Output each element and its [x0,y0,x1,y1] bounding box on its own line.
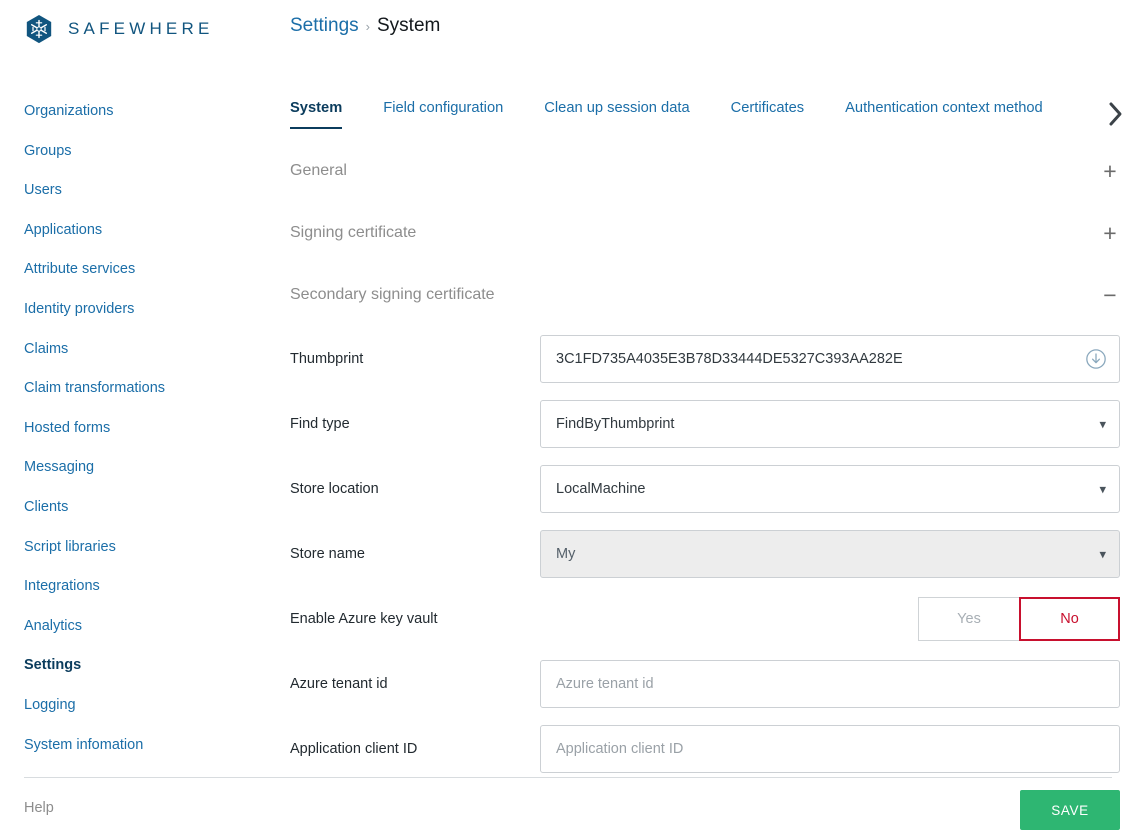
find-type-label: Find type [290,415,350,432]
store-name-label: Store name [290,545,365,562]
store-name-control: My ▾ [540,529,1120,578]
accordion-signing-certificate-title: Signing certificate [290,224,417,241]
brand-logo[interactable]: SAFEWHERE [24,14,213,44]
sidebar-item-users[interactable]: Users [0,171,266,211]
field-row-thumbprint: Thumbprint [290,326,1120,391]
store-location-label: Store location [290,480,379,497]
application-client-id-label: Application client ID [290,740,418,757]
accordion-general-title: General [290,162,347,179]
tab-clean-up-session-data[interactable]: Clean up session data [544,92,689,128]
field-row-store-location: Store location LocalMachine ▾ [290,456,1120,521]
sidebar-item-hosted-forms[interactable]: Hosted forms [0,409,266,449]
sidebar-item-analytics[interactable]: Analytics [0,607,266,647]
breadcrumb-parent-link[interactable]: Settings [290,15,359,37]
sidebar-item-groups[interactable]: Groups [0,132,266,172]
settings-content: General + Signing certificate + Secondar… [290,140,1120,781]
sidebar-item-settings[interactable]: Settings [0,646,266,686]
tab-bar: System Field configuration Clean up sessio… [290,92,1136,136]
enable-azure-key-vault-toggle: Yes No [540,596,1120,641]
tab-field-configuration[interactable]: Field configuration [383,92,503,128]
help-link[interactable]: Help [24,800,54,816]
sidebar-item-claim-transformations[interactable]: Claim transformations [0,369,266,409]
sidebar-item-attribute-services[interactable]: Attribute services [0,250,266,290]
store-location-select[interactable]: LocalMachine [540,464,1120,513]
accordion-secondary-signing-certificate-title: Secondary signing certificate [290,286,495,303]
field-row-azure-tenant-id: Azure tenant id [290,651,1120,716]
sidebar-item-logging[interactable]: Logging [0,686,266,726]
enable-azure-key-vault-control: Yes No [540,596,1120,641]
enable-azure-key-vault-label: Enable Azure key vault [290,610,438,627]
snowflake-hexagon-logo-icon [26,14,52,44]
tab-system[interactable]: System [290,92,343,129]
accordion-general[interactable]: General + [290,140,1120,202]
sidebar-item-script-libraries[interactable]: Script libraries [0,528,266,568]
sidebar-item-messaging[interactable]: Messaging [0,448,266,488]
sidebar-item-system-infomation[interactable]: System infomation [0,726,266,766]
chevron-right-icon [1109,102,1122,126]
breadcrumb: Settings › System [290,15,440,37]
accordion-signing-certificate-expand-icon[interactable]: + [1100,221,1120,245]
field-row-find-type: Find type FindByThumbprint ▾ [290,391,1120,456]
tab-authentication-context-method[interactable]: Authentication context method [845,92,1043,128]
store-location-control: LocalMachine ▾ [540,464,1120,513]
find-type-select[interactable]: FindByThumbprint [540,399,1120,448]
sidebar-item-organizations[interactable]: Organizations [0,92,266,132]
application-client-id-input[interactable] [540,724,1120,773]
accordion-secondary-signing-certificate-collapse-icon[interactable]: − [1100,283,1120,307]
tab-certificates[interactable]: Certificates [731,92,804,128]
save-button[interactable]: SAVE [1020,790,1120,830]
field-row-store-name: Store name My ▾ [290,521,1120,586]
thumbprint-control [540,334,1120,383]
azure-tenant-id-input[interactable] [540,659,1120,708]
thumbprint-label: Thumbprint [290,350,364,367]
breadcrumb-separator-icon: › [365,19,370,34]
brand-name: SAFEWHERE [68,19,214,38]
accordion-signing-certificate[interactable]: Signing certificate + [290,202,1120,264]
sidebar-item-integrations[interactable]: Integrations [0,567,266,607]
enable-azure-key-vault-no-option[interactable]: No [1019,596,1120,641]
accordion-general-expand-icon[interactable]: + [1100,159,1120,183]
azure-tenant-id-control [540,659,1120,708]
page-title: System [377,15,441,36]
sidebar-item-clients[interactable]: Clients [0,488,266,528]
footer-divider [24,777,1112,778]
settings-system-page: SAFEWHERE Settings › System Organization… [0,0,1136,830]
thumbprint-input[interactable] [540,334,1120,383]
sidebar-navigation: Organizations Groups Users Applications Attr… [0,92,266,765]
find-type-control: FindByThumbprint ▾ [540,399,1120,448]
sidebar-item-applications[interactable]: Applications [0,211,266,251]
store-name-select[interactable]: My [540,529,1120,578]
accordion-secondary-signing-certificate[interactable]: Secondary signing certificate − [290,264,1120,326]
field-row-enable-azure-key-vault: Enable Azure key vault Yes No [290,586,1120,651]
azure-tenant-id-label: Azure tenant id [290,675,388,692]
download-circle-icon[interactable] [1085,348,1107,370]
sidebar-item-claims[interactable]: Claims [0,330,266,370]
enable-azure-key-vault-yes-option[interactable]: Yes [918,596,1019,641]
tabs-scroll-next-button[interactable] [1096,92,1136,136]
application-client-id-control [540,724,1120,773]
field-row-application-client-id: Application client ID [290,716,1120,781]
sidebar-item-identity-providers[interactable]: Identity providers [0,290,266,330]
